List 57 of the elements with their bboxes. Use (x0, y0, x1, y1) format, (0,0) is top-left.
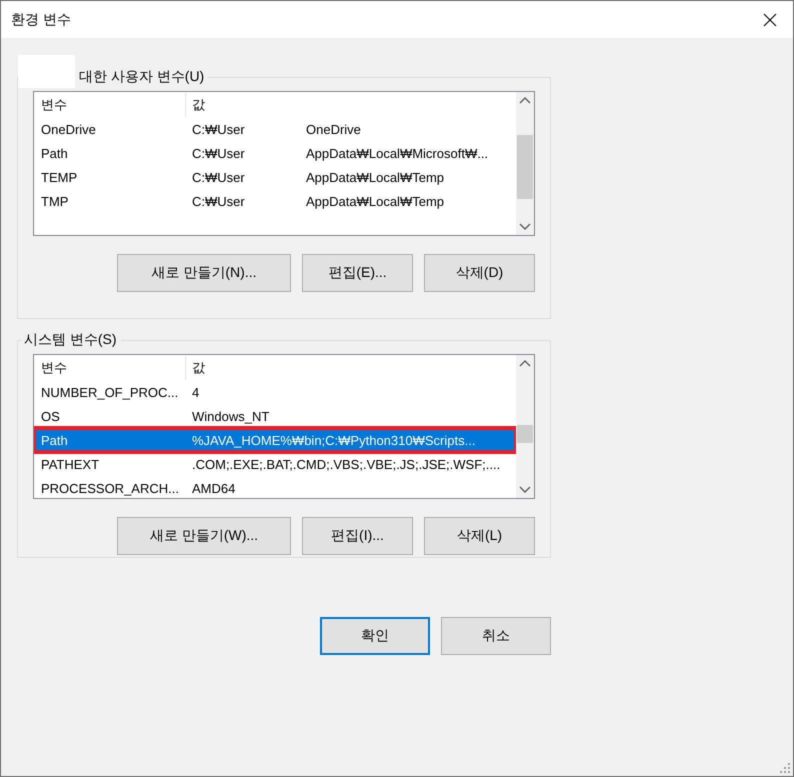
redacted-area (18, 54, 75, 88)
scroll-up-icon[interactable] (519, 359, 531, 367)
value-text: C:₩User (192, 170, 246, 184)
value-text: AppData₩Local₩Microsoft₩... (306, 146, 488, 160)
list-row[interactable]: TEMP C:₩User AppData₩Local₩Temp (34, 165, 516, 189)
variable-name: Path (40, 432, 69, 448)
variable-name: OneDrive (40, 122, 97, 136)
column-header[interactable]: 변수 (34, 93, 186, 117)
value-text: AppData₩Local₩Temp (306, 170, 444, 184)
value-text: %JAVA_HOME%₩bin;C:₩Python310₩Scripts... (191, 432, 476, 448)
dialog-button[interactable]: 확인 (320, 617, 430, 655)
variable-name: PROCESSOR_ARCH... (40, 480, 180, 496)
value-text: AMD64 (191, 480, 236, 496)
resize-grip-icon[interactable] (779, 762, 791, 774)
scroll-thumb[interactable] (517, 135, 533, 199)
group-label: 대한 사용자 변수(U) (75, 68, 208, 86)
close-icon (763, 12, 777, 26)
column-header[interactable]: 값 (186, 93, 205, 117)
variable-name: NUMBER_OF_PROC... (40, 384, 180, 400)
list-row[interactable]: PATHEXT .COM;.EXE;.BAT;.CMD;.VBS;.VBE;.JS;.JSE;.WSF;.... (34, 452, 516, 476)
value-text: OneDrive (306, 122, 361, 136)
column-header[interactable]: 값 (186, 356, 205, 380)
window-title: 환경 변수 (10, 10, 71, 28)
action-button[interactable]: 편집(E)... (302, 254, 413, 292)
variable-name: Path (40, 146, 69, 160)
list-row[interactable]: OS Windows_NT (34, 404, 516, 428)
dialog-button[interactable]: 취소 (441, 617, 551, 655)
scroll-up-icon[interactable] (519, 96, 531, 104)
scroll-down-icon[interactable] (519, 486, 531, 494)
group-label: 시스템 변수(S) (21, 331, 121, 349)
value-text: Windows_NT (191, 408, 270, 424)
list-row[interactable]: TMP C:₩User AppData₩Local₩Temp (34, 189, 516, 213)
value-text: C:₩User (192, 146, 246, 160)
value-text: .COM;.EXE;.BAT;.CMD;.VBS;.VBE;.JS;.JSE;.WSF;.... (191, 456, 500, 472)
variable-name: OS (40, 408, 61, 424)
list-row[interactable]: NUMBER_OF_PROC... 4 (34, 380, 516, 404)
scrollbar[interactable] (516, 92, 534, 235)
variable-name: TEMP (40, 170, 78, 184)
action-button[interactable]: 삭제(D) (424, 254, 535, 292)
list-row[interactable]: Path %JAVA_HOME%₩bin;C:₩Python310₩Scripts... (34, 428, 516, 452)
action-button[interactable]: 새로 만들기(N)... (117, 254, 291, 292)
action-button[interactable]: 새로 만들기(W)... (117, 517, 291, 555)
scrollbar[interactable] (516, 355, 534, 498)
value-text: C:₩User (192, 122, 246, 136)
value-text: C:₩User (192, 194, 246, 208)
list-row[interactable]: PROCESSOR_ARCH... AMD64 (34, 476, 516, 498)
variable-name: TMP (40, 194, 70, 208)
list-row[interactable]: OneDrive C:₩User OneDrive (34, 117, 516, 141)
list-row[interactable]: Path C:₩User AppData₩Local₩Microsoft₩... (34, 141, 516, 165)
action-button[interactable]: 편집(I)... (302, 517, 413, 555)
action-button[interactable]: 삭제(L) (424, 517, 535, 555)
column-header[interactable]: 변수 (34, 356, 186, 380)
value-text: AppData₩Local₩Temp (306, 194, 444, 208)
value-text: 4 (191, 384, 200, 400)
scroll-thumb[interactable] (517, 425, 533, 443)
variable-name: PATHEXT (40, 456, 100, 472)
scroll-down-icon[interactable] (519, 223, 531, 231)
